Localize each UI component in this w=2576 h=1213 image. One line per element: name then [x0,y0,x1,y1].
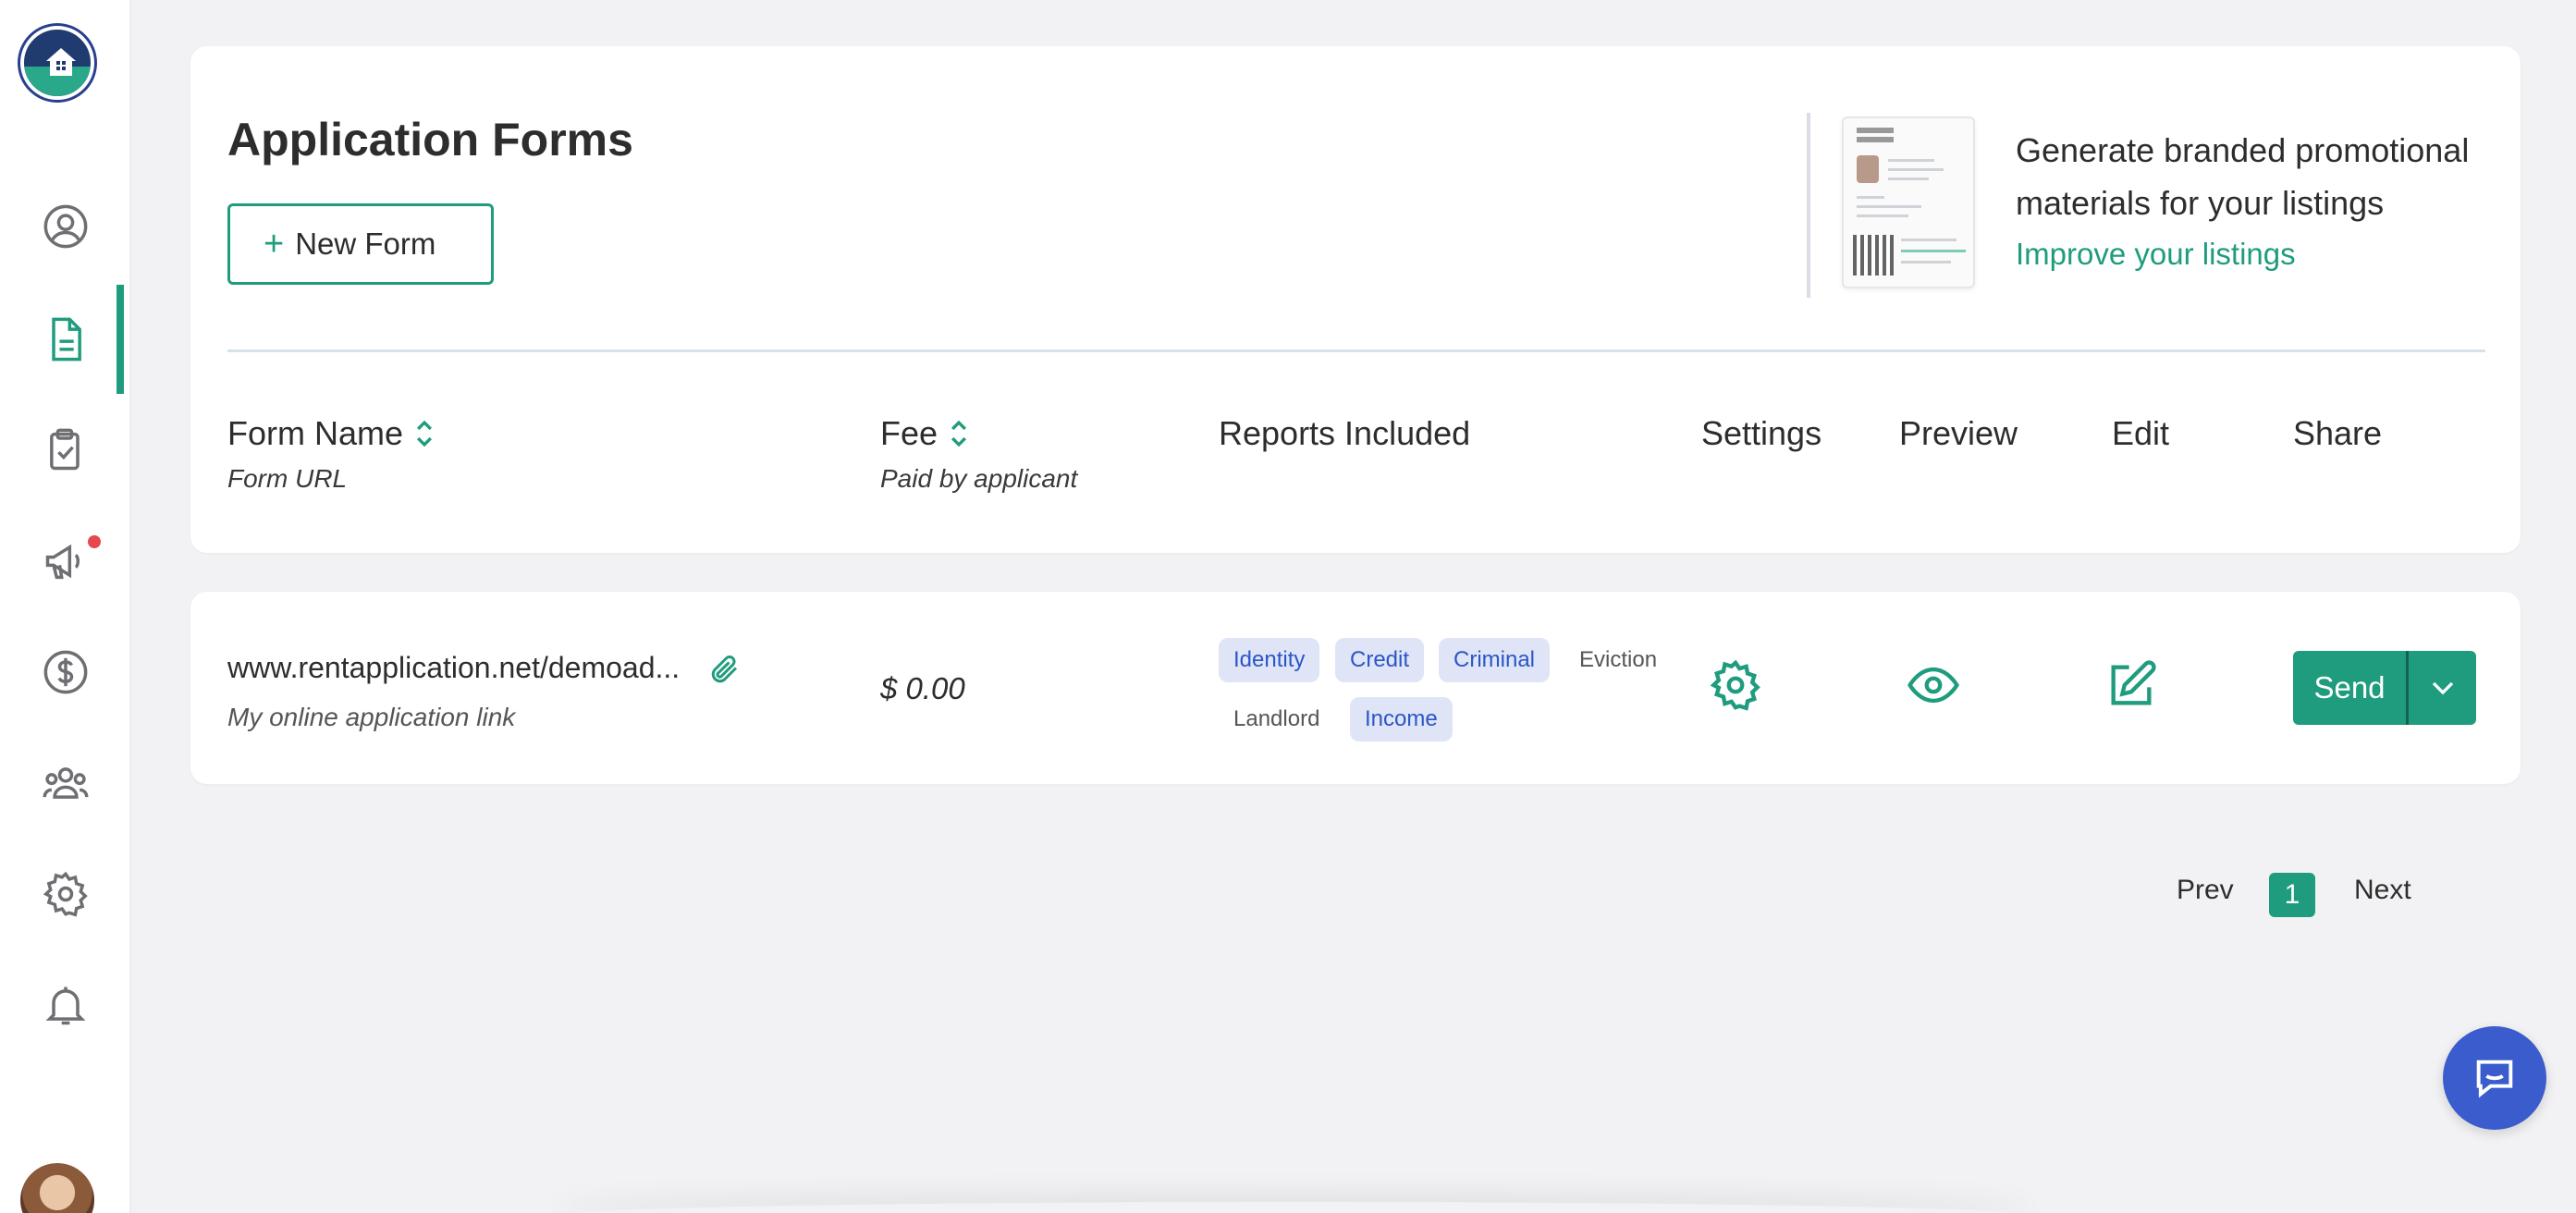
users-icon [43,767,89,799]
send-button[interactable]: Send [2293,651,2476,725]
chat-button[interactable] [2443,1026,2546,1130]
bottom-shadow [555,1202,2034,1213]
promo-thumbnail[interactable] [1842,116,1975,288]
sidebar-item-forms[interactable] [0,298,131,381]
sidebar-item-applications[interactable] [0,409,131,492]
new-form-label: New Form [295,227,436,261]
sort-icon [417,420,433,447]
form-name-label: Form Name [227,414,404,452]
form-url-label: My online application link [227,703,516,731]
sidebar-item-marketing[interactable] [0,520,131,603]
form-url-sublabel: Form URL [227,464,348,493]
tag-landlord: Landlord [1233,706,1320,731]
sidebar-item-notifications[interactable] [0,963,131,1047]
notification-dot [88,535,101,548]
column-header-reports: Reports Included [1219,414,1471,452]
user-circle-icon [43,204,88,249]
paperclip-icon[interactable] [708,653,742,686]
bell-icon [45,986,86,1025]
header-divider [227,349,2485,352]
chat-icon [2476,1060,2513,1098]
header-card: Application Forms + New Form Generate br… [190,46,2521,553]
fee-label: Fee [880,414,938,452]
tag-eviction: Eviction [1579,647,1658,672]
new-form-button[interactable]: + New Form [227,203,494,285]
sort-icon [951,420,967,447]
promo-divider [1807,113,1810,298]
settings-gear-icon[interactable] [1709,658,1762,712]
pagination-page-current[interactable]: 1 [2269,873,2315,917]
column-header-settings: Settings [1701,414,1822,452]
house-icon [46,48,76,76]
column-header-share: Share [2293,414,2383,452]
column-header-edit: Edit [2112,414,2170,452]
fee-value: $ 0.00 [880,671,965,705]
plus-icon: + [264,225,285,263]
pagination-next[interactable]: Next [2354,875,2411,906]
pagination-prev[interactable]: Prev [2177,875,2234,906]
tag-credit: Credit [1335,638,1425,682]
send-dropdown-toggle[interactable] [2409,669,2476,706]
document-icon [52,317,81,361]
form-url[interactable]: www.rentapplication.net/demoad... [227,651,690,685]
sidebar-item-team[interactable] [0,741,131,825]
tag-criminal: Criminal [1439,638,1551,682]
avatar[interactable] [20,1163,94,1213]
page-title: Application Forms [227,114,633,165]
column-header-form-name[interactable]: Form Name [227,414,435,453]
tag-income: Income [1350,697,1453,741]
table-row: www.rentapplication.net/demoad... My onl… [190,592,2521,784]
eye-icon[interactable] [1907,658,1960,712]
active-indicator [117,285,124,394]
fee-sublabel: Paid by applicant [880,464,1078,493]
send-label: Send [2313,670,2386,705]
sidebar-item-profile[interactable] [0,185,131,268]
app-logo[interactable] [20,26,94,100]
column-header-preview: Preview [1899,414,2018,452]
tag-identity: Identity [1219,638,1320,682]
sidebar-item-payments[interactable] [0,631,131,714]
column-header-fee[interactable]: Fee [880,414,969,453]
sidebar [0,0,131,1213]
improve-listings-link[interactable]: Improve your listings [2016,237,2296,272]
clipboard-check-icon [50,428,80,471]
megaphone-icon [45,544,80,580]
edit-icon[interactable] [2104,658,2158,712]
sidebar-item-settings[interactable] [0,852,131,936]
dollar-circle-icon [43,650,88,694]
promo-text: Generate branded promotional materials f… [2016,131,2470,222]
gear-icon [43,871,88,917]
chevron-down-icon [2432,681,2453,695]
